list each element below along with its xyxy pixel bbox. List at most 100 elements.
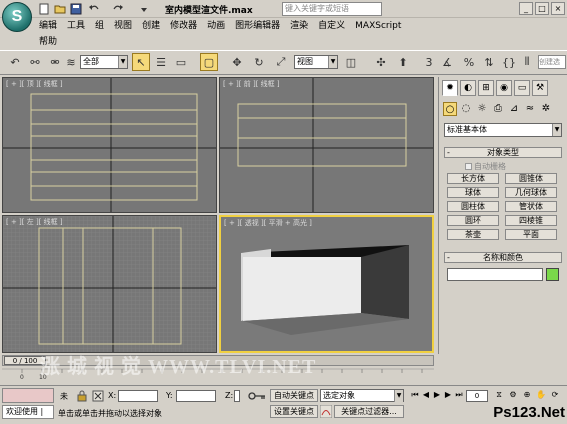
bind-spacewarp-icon[interactable]: ≋ bbox=[62, 53, 80, 71]
previous-frame-icon[interactable]: ◀ bbox=[421, 390, 431, 400]
viewport-perspective[interactable]: [ + ][ 透视 ][ 平滑 + 高光 ] bbox=[219, 215, 434, 353]
curve-icon[interactable] bbox=[319, 404, 333, 419]
window-crossing-button[interactable]: ▢ bbox=[200, 53, 218, 71]
app-logo-icon[interactable]: S bbox=[2, 2, 32, 32]
object-color-swatch[interactable] bbox=[546, 268, 559, 281]
new-file-icon[interactable] bbox=[38, 3, 50, 15]
angle-snap-icon[interactable]: ∡ bbox=[438, 53, 456, 71]
redo-icon[interactable] bbox=[112, 3, 124, 15]
menu-rendering[interactable]: 渲染 bbox=[285, 19, 313, 33]
spinner-snap-icon[interactable]: ⇅ bbox=[480, 53, 498, 71]
viewport-label[interactable]: [ + ][ 左 ][ 线框 ] bbox=[6, 217, 63, 227]
move-icon[interactable]: ✥ bbox=[228, 53, 246, 71]
maximize-button[interactable]: □ bbox=[535, 2, 549, 15]
auto-key-button[interactable]: 自动关键点 bbox=[270, 389, 318, 402]
current-frame-field[interactable]: 0 bbox=[466, 390, 488, 402]
save-icon[interactable] bbox=[70, 3, 82, 15]
search-input[interactable]: 键入关键字或短语 bbox=[282, 2, 382, 16]
object-category-dropdown[interactable]: 标准基本体 ▼ bbox=[444, 123, 562, 137]
next-frame-icon[interactable]: ▶ bbox=[443, 390, 453, 400]
lights-icon[interactable]: ☼ bbox=[475, 102, 489, 116]
torus-button[interactable]: 圆环 bbox=[447, 215, 499, 226]
rotate-icon[interactable]: ↻ bbox=[250, 53, 268, 71]
minimize-button[interactable]: _ bbox=[519, 2, 533, 15]
scale-icon[interactable]: ⤢ bbox=[272, 53, 290, 71]
spacewarps-icon[interactable]: ≈ bbox=[523, 102, 537, 116]
viewport-label[interactable]: [ + ][ 顶 ][ 线框 ] bbox=[6, 79, 63, 89]
menu-edit[interactable]: 编辑 bbox=[34, 19, 62, 33]
menu-modifiers[interactable]: 修改器 bbox=[165, 19, 202, 33]
cameras-icon[interactable]: ⎙ bbox=[491, 102, 505, 116]
object-type-rollout[interactable]: - 对象类型 bbox=[444, 147, 562, 158]
play-icon[interactable]: ▶ bbox=[432, 390, 442, 400]
geosphere-button[interactable]: 几何球体 bbox=[505, 187, 557, 198]
key-mode-toggle-icon[interactable]: ⧖ bbox=[494, 390, 504, 400]
hierarchy-tab-icon[interactable]: ⊞ bbox=[478, 80, 494, 96]
percent-snap-icon[interactable]: % bbox=[460, 53, 478, 71]
menu-animation[interactable]: 动画 bbox=[202, 19, 230, 33]
pivot-center-icon[interactable]: ◫ bbox=[342, 53, 360, 71]
cylinder-button[interactable]: 圆柱体 bbox=[447, 201, 499, 212]
object-name-input[interactable] bbox=[447, 268, 543, 281]
go-to-end-icon[interactable]: ⏭ bbox=[454, 390, 464, 400]
snap-toggle-icon[interactable]: 3 bbox=[420, 53, 438, 71]
viewport-label[interactable]: [ + ][ 透视 ][ 平滑 + 高光 ] bbox=[224, 218, 312, 228]
systems-icon[interactable]: ✲ bbox=[539, 102, 553, 116]
quick-access-dropdown-icon[interactable] bbox=[138, 3, 150, 15]
undo-icon[interactable] bbox=[88, 3, 100, 15]
reference-coord-dropdown[interactable]: 视图 ▼ bbox=[294, 55, 338, 69]
create-tab-icon[interactable]: ✹ bbox=[442, 80, 458, 96]
geometry-icon[interactable]: ○ bbox=[443, 102, 457, 116]
select-object-button[interactable]: ↖ bbox=[132, 53, 150, 71]
cone-button[interactable]: 圆锥体 bbox=[505, 173, 557, 184]
key-filters-button[interactable]: 关键点过滤器... bbox=[334, 405, 404, 418]
mirror-icon[interactable]: ⫴ bbox=[518, 53, 536, 71]
x-coord-field[interactable] bbox=[118, 390, 158, 402]
modify-tab-icon[interactable]: ◐ bbox=[460, 80, 476, 96]
zoom-icon[interactable]: ⊕ bbox=[522, 390, 532, 400]
motion-tab-icon[interactable]: ◉ bbox=[496, 80, 512, 96]
pan-icon[interactable]: ✋ bbox=[536, 390, 546, 400]
link-icon[interactable]: ⚯ bbox=[26, 53, 44, 71]
absolute-mode-icon[interactable] bbox=[92, 390, 104, 402]
undo-toolbar-icon[interactable]: ↶ bbox=[6, 53, 24, 71]
pyramid-button[interactable]: 四棱锥 bbox=[505, 215, 557, 226]
display-tab-icon[interactable]: ▭ bbox=[514, 80, 530, 96]
y-coord-field[interactable] bbox=[176, 390, 216, 402]
maxscript-listener[interactable] bbox=[2, 388, 54, 403]
z-coord-field[interactable] bbox=[234, 390, 240, 402]
key-mode-dropdown[interactable]: 选定对象 ▼ bbox=[320, 389, 404, 402]
named-selection-input[interactable]: 创建选择 bbox=[538, 55, 566, 69]
go-to-start-icon[interactable]: ⏮ bbox=[410, 390, 420, 400]
menu-views[interactable]: 视图 bbox=[109, 19, 137, 33]
key-icon[interactable] bbox=[248, 391, 266, 401]
utilities-tab-icon[interactable]: ⚒ bbox=[532, 80, 548, 96]
select-by-name-icon[interactable]: ☰ bbox=[152, 53, 170, 71]
manipulate-icon[interactable]: ✣ bbox=[372, 53, 390, 71]
viewport-front[interactable]: [ + ][ 前 ][ 线框 ] bbox=[219, 77, 434, 213]
autogrid-checkbox[interactable]: 自动栅格 bbox=[465, 161, 506, 172]
plane-button[interactable]: 平面 bbox=[505, 229, 557, 240]
viewport-top[interactable]: [ + ][ 顶 ][ 线框 ] bbox=[2, 77, 217, 213]
menu-create[interactable]: 创建 bbox=[137, 19, 165, 33]
teapot-button[interactable]: 茶壶 bbox=[447, 229, 499, 240]
tube-button[interactable]: 管状体 bbox=[505, 201, 557, 212]
name-color-rollout[interactable]: - 名称和颜色 bbox=[444, 252, 562, 263]
lock-selection-icon[interactable] bbox=[76, 390, 88, 402]
menu-help[interactable]: 帮助 bbox=[34, 35, 62, 49]
menu-graph-editors[interactable]: 图形编辑器 bbox=[230, 19, 285, 33]
sphere-button[interactable]: 球体 bbox=[447, 187, 499, 198]
selection-filter-dropdown[interactable]: 全部 ▼ bbox=[80, 55, 128, 69]
box-button[interactable]: 长方体 bbox=[447, 173, 499, 184]
shapes-icon[interactable]: ◌ bbox=[459, 102, 473, 116]
rect-selection-icon[interactable]: ▭ bbox=[172, 53, 190, 71]
edit-named-selection-icon[interactable]: {} bbox=[500, 53, 518, 71]
time-config-icon[interactable]: ⚙ bbox=[508, 390, 518, 400]
keyboard-shortcut-icon[interactable]: ⬆ bbox=[394, 53, 412, 71]
viewport-left[interactable]: [ + ][ 左 ][ 线框 ] bbox=[2, 215, 217, 353]
menu-maxscript[interactable]: MAXScript bbox=[350, 19, 406, 33]
open-folder-icon[interactable] bbox=[54, 3, 66, 15]
orbit-icon[interactable]: ⟳ bbox=[550, 390, 560, 400]
menu-group[interactable]: 组 bbox=[90, 19, 109, 33]
helpers-icon[interactable]: ⊿ bbox=[507, 102, 521, 116]
